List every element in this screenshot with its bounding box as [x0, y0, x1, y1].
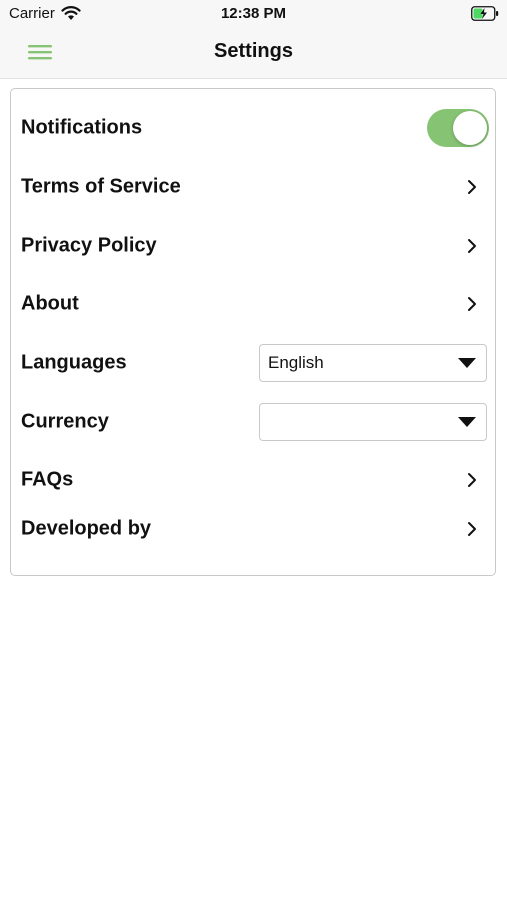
- privacy-policy-row[interactable]: Privacy Policy: [11, 221, 495, 271]
- chevron-right-icon: [468, 180, 476, 194]
- chevron-right-icon: [468, 297, 476, 311]
- terms-of-service-row[interactable]: Terms of Service: [11, 162, 495, 212]
- toggle-knob: [453, 111, 487, 145]
- terms-of-service-label: Terms of Service: [21, 175, 181, 198]
- currency-row: Currency: [11, 397, 495, 447]
- about-row[interactable]: About: [11, 279, 495, 329]
- about-label: About: [21, 292, 79, 315]
- page-title: Settings: [214, 40, 293, 62]
- navigation-bar: Settings: [0, 28, 507, 79]
- languages-row: Languages English: [11, 338, 495, 388]
- status-bar: Carrier 12:38 PM: [0, 0, 507, 28]
- settings-card: Notifications Terms of Service Privacy P…: [10, 88, 496, 576]
- caret-down-icon: [458, 358, 476, 368]
- notifications-label: Notifications: [21, 116, 143, 139]
- faqs-label: FAQs: [21, 468, 74, 491]
- notifications-toggle[interactable]: [427, 109, 489, 147]
- faqs-row[interactable]: FAQs: [11, 455, 495, 505]
- chevron-right-icon: [468, 239, 476, 253]
- languages-dropdown[interactable]: English: [259, 344, 487, 382]
- currency-dropdown[interactable]: [259, 403, 487, 441]
- developed-by-label: Developed by: [21, 517, 152, 540]
- developed-by-row[interactable]: Developed by: [11, 504, 495, 554]
- chevron-right-icon: [468, 473, 476, 487]
- currency-label: Currency: [21, 410, 109, 433]
- battery-charging-icon: [471, 6, 499, 21]
- caret-down-icon: [458, 417, 476, 427]
- privacy-policy-label: Privacy Policy: [21, 234, 157, 257]
- status-time: 12:38 PM: [220, 5, 287, 22]
- languages-label: Languages: [21, 351, 127, 374]
- languages-selected-value: English: [268, 353, 324, 372]
- chevron-right-icon: [468, 522, 476, 536]
- notifications-row: Notifications: [11, 103, 495, 153]
